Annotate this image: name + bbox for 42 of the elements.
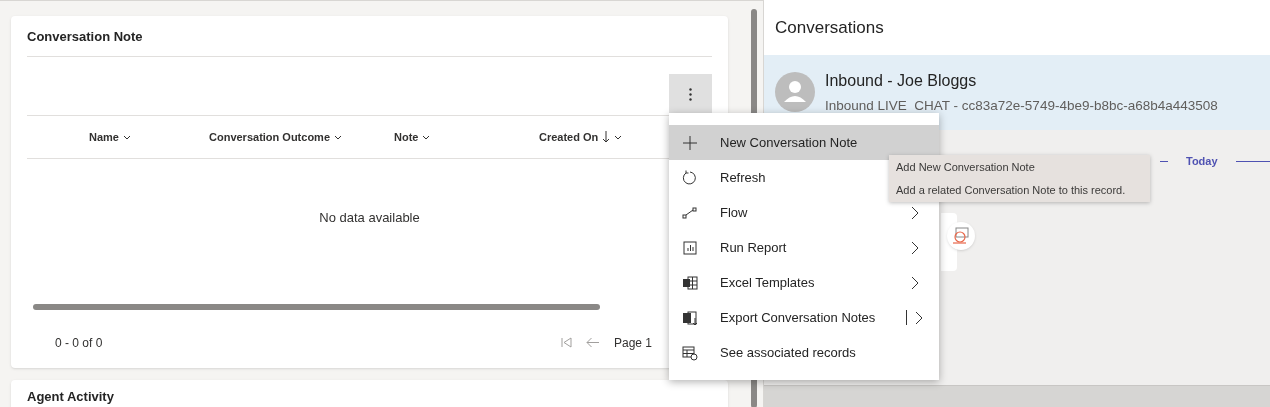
spreadsheet-export-icon <box>682 309 698 326</box>
more-options-button[interactable] <box>669 74 712 115</box>
plus-icon <box>682 134 698 151</box>
first-page-icon[interactable] <box>560 337 572 348</box>
chevron-down-icon <box>422 134 431 140</box>
column-header[interactable]: Created On <box>539 128 665 146</box>
previous-page-icon[interactable] <box>585 337 600 348</box>
panel-title: Conversations <box>775 16 884 39</box>
record-count: 0 - 0 of 0 <box>55 334 103 352</box>
card-title: Agent Activity <box>27 390 114 404</box>
chevron-right-icon <box>911 275 919 290</box>
chevron-down-icon <box>334 134 343 140</box>
menu-item[interactable]: See associated records <box>669 335 939 370</box>
chevron-down-icon <box>614 134 623 140</box>
empty-message: No data available <box>319 209 420 227</box>
table-icon <box>682 344 698 361</box>
conversation-icon <box>952 227 970 245</box>
column-header[interactable]: Name <box>89 128 209 146</box>
horizontal-scrollbar[interactable] <box>33 303 600 310</box>
more-icon <box>689 88 692 101</box>
report-icon <box>682 239 698 256</box>
timeline-label: Today <box>1186 153 1218 169</box>
conversation-subtitle: Inbound LIVE CHAT - cc83a72e-5749-4be9-b8bc-a68b4a443508 <box>825 97 1218 115</box>
menu-item[interactable]: Flow <box>669 195 939 230</box>
conversation-item[interactable]: Inbound - Joe Bloggs Inbound LIVE CHAT - cc83a72e-5749-4be9-b8bc-a68b4a443508 <box>764 55 1270 130</box>
chevron-down-icon <box>122 134 131 140</box>
chevron-right-icon <box>911 205 919 220</box>
column-header[interactable]: Conversation Outcome <box>209 128 394 146</box>
page-label: Page 1 <box>613 334 652 352</box>
menu-item[interactable]: Export Conversation Notes <box>669 300 939 335</box>
column-header[interactable]: Note <box>394 128 539 146</box>
refresh-icon <box>682 169 698 186</box>
spreadsheet-icon <box>682 274 698 291</box>
sort-descending-icon <box>602 131 611 143</box>
chevron-right-icon <box>915 310 923 325</box>
menu-item[interactable]: New Conversation Note <box>669 125 939 160</box>
flow-icon <box>682 204 698 221</box>
conversation-title: Inbound - Joe Bloggs <box>825 71 978 91</box>
card-title: Conversation Note <box>27 28 143 46</box>
menu-item[interactable]: Excel Templates <box>669 265 939 300</box>
chevron-right-icon <box>911 240 919 255</box>
menu-item[interactable]: Run Report <box>669 230 939 265</box>
